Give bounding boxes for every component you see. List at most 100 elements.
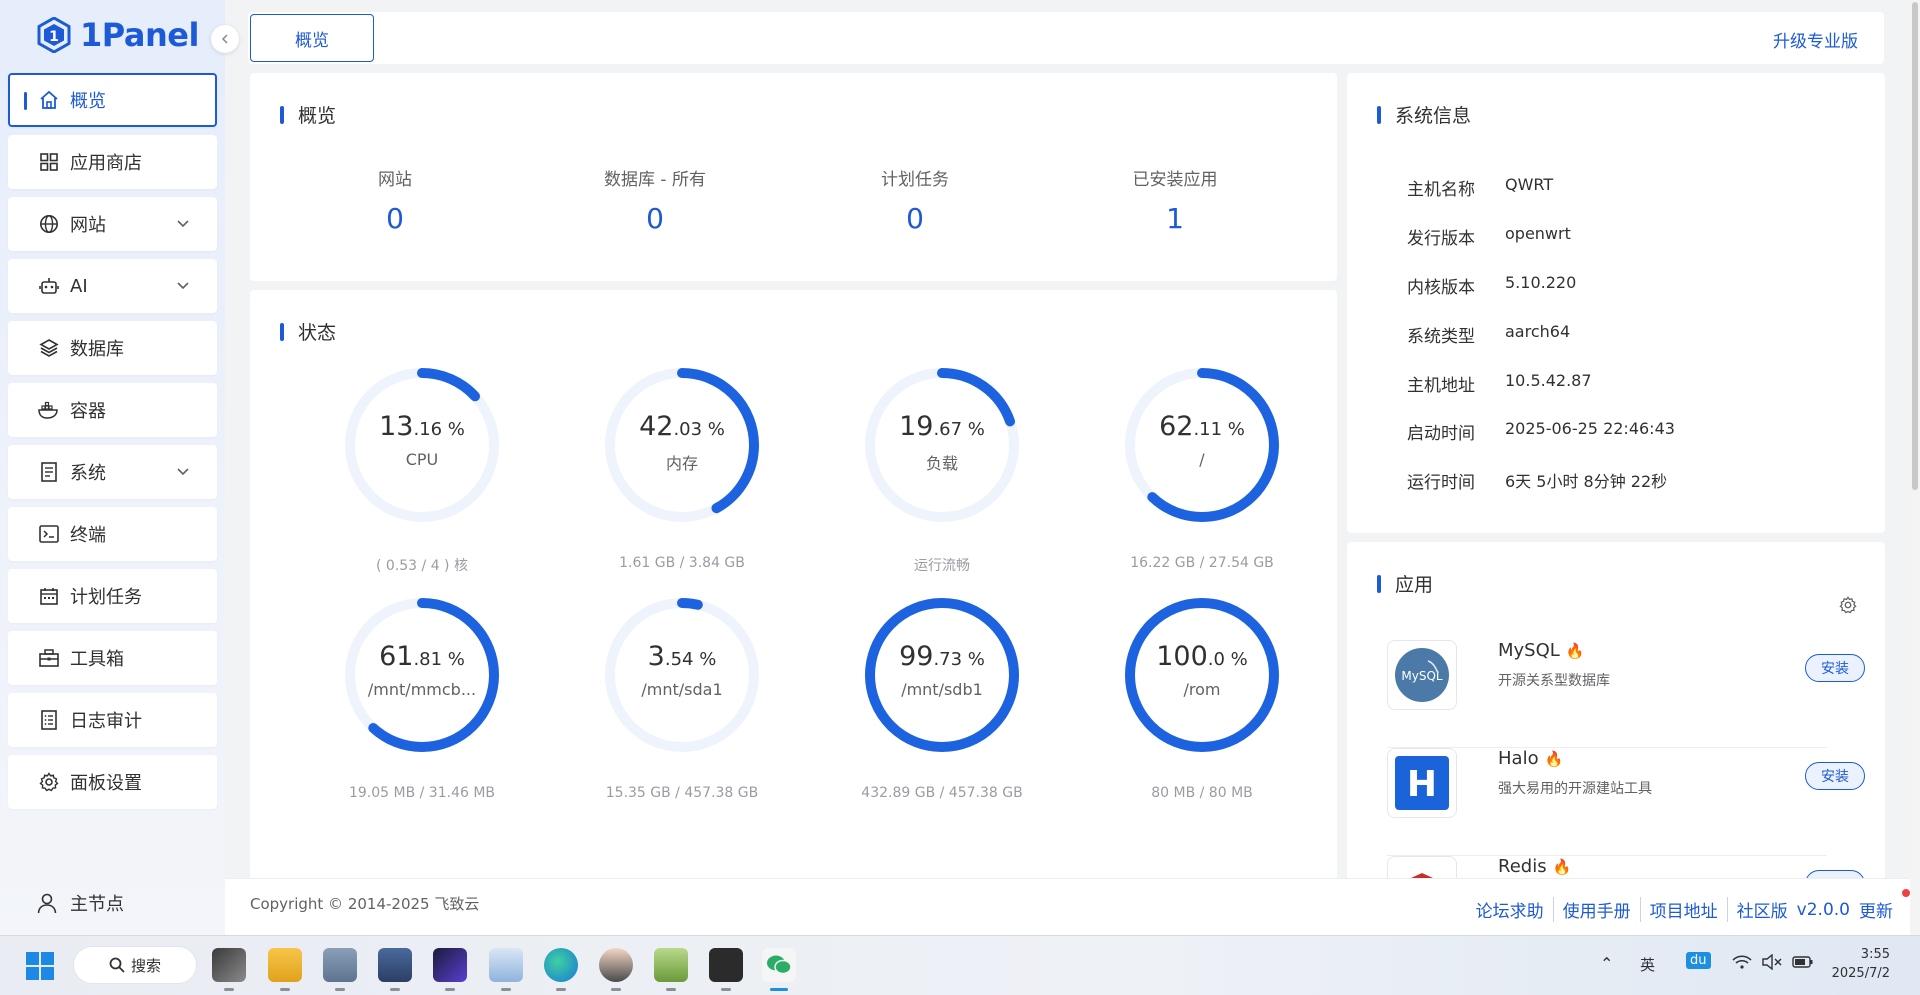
install-button[interactable]: 安装 (1805, 762, 1865, 790)
sidebar-item-container[interactable]: 容器 (8, 383, 217, 437)
windows-start-icon[interactable] (26, 952, 54, 980)
app-row-mysql[interactable]: MySQL MySQL 🔥 开源关系型数据库 安装 (1387, 640, 1865, 748)
sidebar-item-app-store[interactable]: 应用商店 (8, 135, 217, 189)
sidebar-item-audit-log[interactable]: 日志审计 (8, 693, 217, 747)
performance-monitor-icon[interactable] (489, 948, 523, 991)
app-desc: 开源关系型数据库 (1498, 673, 1610, 689)
sidebar-item-label: 终端 (70, 525, 106, 546)
info-key: 发行版本 (1407, 229, 1475, 249)
gauge-label: /rom (1183, 680, 1221, 699)
search-label: 搜索 (130, 956, 161, 975)
gauge-value: 99.73 % (812, 641, 1072, 672)
globe-icon (38, 213, 60, 235)
terminal-app-icon[interactable] (709, 948, 743, 991)
sidebar-item-terminal[interactable]: 终端 (8, 507, 217, 561)
info-key: 启动时间 (1407, 424, 1475, 444)
gauge-center: 19.67 % 负载 (812, 411, 1072, 474)
ime-indicator[interactable]: 英 (1640, 954, 1655, 975)
gauge-detail: 15.35 GB / 457.38 GB (605, 785, 759, 801)
project-link[interactable]: 项目地址 (1639, 897, 1727, 922)
sidebar-item-system[interactable]: 系统 (8, 445, 217, 499)
info-row-uptime: 运行时间 6天 5小时 8分钟 22秒 (1407, 468, 1667, 493)
sidebar-item-toolbox[interactable]: 工具箱 (8, 631, 217, 685)
scrollbar-thumb[interactable] (1912, 2, 1918, 490)
stat-websites[interactable]: 网站 0 (265, 165, 525, 235)
gauge-value: 62.11 % (1072, 411, 1332, 442)
wechat-icon[interactable] (762, 948, 796, 991)
gauge-dec: .0 (1207, 649, 1225, 670)
du-app-tray-icon[interactable]: du (1686, 952, 1711, 969)
scrollbar[interactable] (1910, 0, 1920, 935)
info-value: aarch64 (1505, 322, 1571, 341)
collapse-sidebar-button[interactable] (211, 25, 239, 53)
tab-overview[interactable]: 概览 (250, 14, 374, 62)
stat-installed-apps[interactable]: 已安装应用 1 (1045, 165, 1305, 235)
install-button[interactable]: 安装 (1805, 654, 1865, 682)
avatar-app-icon[interactable] (599, 948, 633, 991)
taskbar-search[interactable]: 搜索 (73, 946, 197, 984)
stat-cron-jobs[interactable]: 计划任务 0 (785, 165, 1045, 235)
sidebar-item-website[interactable]: 网站 (8, 197, 217, 251)
upgrade-pro-link[interactable]: 升级专业版 (1773, 27, 1858, 52)
sidebar-item-label: 容器 (70, 401, 106, 422)
gauge-dec: .03 (673, 419, 703, 440)
gauge-3: 62.11 % / 16.22 GB / 27.54 GB (1072, 365, 1332, 571)
chevron-left-icon (221, 34, 228, 44)
gauge-7: 100.0 %/rom 80 MB / 80 MB (1072, 595, 1332, 801)
sidebar-item-label: 计划任务 (70, 587, 142, 608)
manual-link[interactable]: 使用手册 (1552, 897, 1640, 922)
gauge-center: 61.81 % /mnt/mmcb... (292, 641, 552, 699)
task-view-icon[interactable] (212, 948, 246, 991)
node-selector[interactable]: 主节点 (36, 890, 124, 916)
logo[interactable]: 1 1Panel (36, 12, 199, 58)
version-label: v2.0.0 (1796, 899, 1850, 920)
gauge-detail: ( 0.53 / 4 ) 核 (376, 558, 468, 574)
mysql-logo: MySQL (1387, 640, 1457, 710)
gauge-dec: .81 (413, 649, 443, 670)
gauge-unit: % (693, 649, 717, 670)
search-icon (109, 957, 125, 973)
sidebar-item-label: 面板设置 (70, 773, 142, 794)
tray-chevron-up-icon[interactable]: ⌃ (1600, 954, 1613, 973)
stat-value: 0 (646, 202, 664, 235)
system-info-card: 系统信息 主机名称 QWRT 发行版本 openwrt 内核版本 5.10.220 系… (1347, 73, 1885, 533)
gear-icon[interactable] (1839, 596, 1857, 614)
sidebar-item-database[interactable]: 数据库 (8, 321, 217, 375)
volume-muted-icon[interactable] (1762, 954, 1782, 970)
app-name: Halo 🔥 (1498, 748, 1563, 769)
status-card: 状态 13.16 % CPU( 0.53 / 4 ) 核 42.03 % 内存 1.61… (250, 290, 1337, 935)
home-icon (38, 89, 60, 111)
calculator-icon[interactable] (323, 948, 357, 991)
sidebar-item-cron[interactable]: 计划任务 (8, 569, 217, 623)
app-row-halo[interactable]: H Halo 🔥 强大易用的开源建站工具 安装 (1387, 748, 1865, 856)
gauge-detail: 1.61 GB / 3.84 GB (619, 555, 745, 571)
gauge-center: 3.54 % /mnt/sda1 (552, 641, 812, 699)
wifi-icon[interactable] (1732, 954, 1752, 970)
svg-text:1: 1 (49, 29, 59, 45)
taskbar-clock[interactable]: 3:55 2025/7/2 (1832, 945, 1890, 983)
gauge-label: /mnt/sda1 (641, 680, 723, 699)
remote-desktop-icon[interactable] (378, 948, 412, 991)
paint-app-icon[interactable] (654, 948, 688, 991)
forum-link[interactable]: 论坛求助 (1467, 897, 1553, 922)
gauge-value: 61.81 % (292, 641, 552, 672)
file-explorer-icon[interactable] (268, 948, 302, 991)
stat-databases[interactable]: 数据库 - 所有 0 (525, 165, 785, 235)
sidebar-item-overview[interactable]: 概览 (8, 73, 217, 127)
app-name-text: Halo (1498, 748, 1539, 769)
info-row-boot-time: 启动时间 2025-06-25 22:46:43 (1407, 419, 1675, 444)
info-value: openwrt (1505, 224, 1571, 243)
gauge-unit: % (702, 419, 725, 440)
gauge-center: 99.73 % /mnt/sdb1 (812, 641, 1072, 699)
gauge-detail: 运行流畅 (914, 558, 970, 574)
info-key: 主机地址 (1407, 376, 1475, 396)
goland-icon[interactable] (433, 948, 467, 991)
info-key: 系统类型 (1407, 327, 1475, 347)
sidebar-item-panel-settings[interactable]: 面板设置 (8, 755, 217, 809)
gauge-1: 42.03 % 内存 1.61 GB / 3.84 GB (552, 365, 812, 571)
edge-browser-icon[interactable] (544, 948, 578, 991)
overview-card: 概览 网站 0 数据库 - 所有 0 计划任务 0 已安装应用 1 (250, 73, 1337, 281)
update-link[interactable]: 更新 (1859, 897, 1902, 922)
sidebar-item-ai[interactable]: AI (8, 259, 217, 313)
battery-icon[interactable] (1792, 954, 1814, 970)
